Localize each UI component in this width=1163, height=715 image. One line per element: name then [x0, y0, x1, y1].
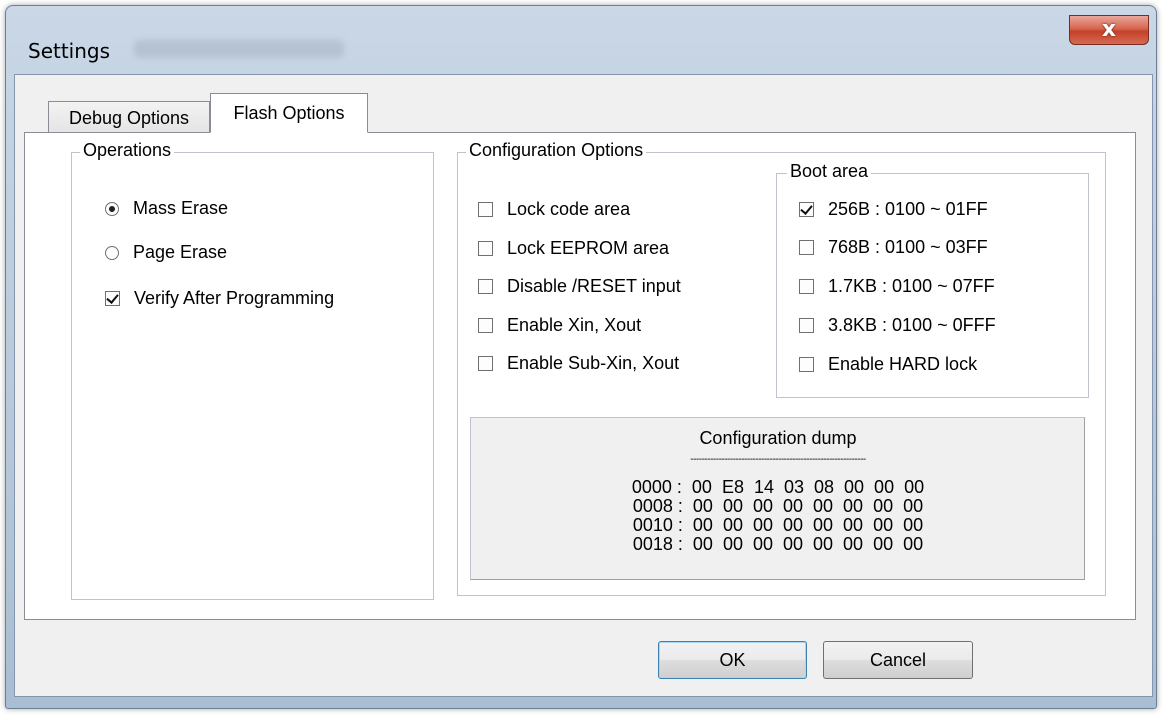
mass-erase-label: Mass Erase: [133, 198, 229, 218]
boot-1-7kb-checkbox[interactable]: 1.7KB : 0100 ~ 07FF: [799, 276, 995, 297]
page-erase-radio-indicator[interactable]: [105, 245, 119, 260]
title-blurred-text: [134, 40, 344, 58]
close-icon: x: [1101, 17, 1117, 42]
mass-erase-radio-indicator[interactable]: [105, 201, 119, 216]
cancel-button-label: Cancel: [869, 649, 927, 670]
lock-eeprom-area-checkbox[interactable]: Lock EEPROM area: [478, 238, 669, 259]
boot-area-title: Boot area: [787, 161, 872, 182]
boot-3-8kb-indicator[interactable]: [799, 318, 814, 333]
dump-line: 0008 : 00 00 00 00 00 00 00 00: [632, 496, 924, 516]
boot-1-7kb-indicator[interactable]: [799, 279, 814, 294]
lock-code-area-indicator[interactable]: [478, 202, 493, 217]
ok-button[interactable]: OK: [658, 641, 807, 679]
tab-debug-options[interactable]: Debug Options: [48, 101, 210, 135]
enable-sub-xin-xout-label: Enable Sub-Xin, Xout: [507, 353, 680, 373]
configuration-dump-title: Configuration dump: [699, 428, 857, 448]
verify-label: Verify After Programming: [134, 288, 335, 308]
configuration-dump-separator: ----------------------------------------…: [690, 454, 866, 465]
tab-debug-options-label: Debug Options: [68, 108, 190, 128]
enable-xin-xout-label: Enable Xin, Xout: [507, 315, 642, 335]
tab-flash-options[interactable]: Flash Options: [210, 93, 368, 133]
boot-768b-checkbox[interactable]: 768B : 0100 ~ 03FF: [799, 237, 988, 258]
verify-checkbox-indicator[interactable]: [105, 291, 120, 306]
dump-line: 0010 : 00 00 00 00 00 00 00 00: [632, 515, 924, 535]
ok-button-label: OK: [719, 649, 746, 670]
mass-erase-radio[interactable]: Mass Erase: [105, 198, 228, 219]
configuration-dump-box: Configuration dump ---------------------…: [470, 417, 1086, 581]
dump-line: 0000 : 00 E8 14 03 08 00 00 00: [631, 477, 925, 497]
enable-xin-xout-indicator[interactable]: [478, 318, 493, 333]
dump-line: 0018 : 00 00 00 00 00 00 00 00: [632, 534, 924, 554]
window-title: Settings: [28, 39, 111, 63]
disable-reset-input-checkbox[interactable]: Disable /RESET input: [478, 276, 681, 297]
enable-sub-xin-xout-checkbox[interactable]: Enable Sub-Xin, Xout: [478, 353, 679, 374]
lock-eeprom-area-indicator[interactable]: [478, 241, 493, 256]
enable-xin-xout-checkbox[interactable]: Enable Xin, Xout: [478, 315, 641, 336]
enable-sub-xin-xout-indicator[interactable]: [478, 356, 493, 371]
boot-256b-label: 256B : 0100 ~ 01FF: [828, 199, 988, 219]
disable-reset-input-indicator[interactable]: [478, 279, 493, 294]
boot-256b-indicator[interactable]: [799, 202, 814, 217]
boot-768b-indicator[interactable]: [799, 240, 814, 255]
configuration-dump-lines: 0000 : 00 E8 14 03 08 00 00 00 0008 : 00…: [471, 478, 1085, 554]
configuration-options-title: Configuration Options: [466, 140, 647, 161]
lock-code-area-label: Lock code area: [507, 199, 631, 219]
boot-3-8kb-checkbox[interactable]: 3.8KB : 0100 ~ 0FFF: [799, 315, 996, 336]
enable-hard-lock-indicator[interactable]: [799, 357, 814, 372]
operations-group-title: Operations: [80, 140, 175, 161]
cancel-button[interactable]: Cancel: [823, 641, 973, 679]
page-erase-label: Page Erase: [133, 242, 228, 262]
boot-3-8kb-label: 3.8KB : 0100 ~ 0FFF: [828, 315, 996, 335]
close-button[interactable]: x: [1069, 15, 1149, 45]
lock-code-area-checkbox[interactable]: Lock code area: [478, 199, 630, 220]
operations-group: Operations: [71, 140, 434, 600]
lock-eeprom-area-label: Lock EEPROM area: [507, 238, 670, 258]
verify-after-programming-checkbox[interactable]: Verify After Programming: [105, 288, 334, 309]
tab-flash-options-label: Flash Options: [233, 102, 345, 123]
boot-256b-checkbox[interactable]: 256B : 0100 ~ 01FF: [799, 199, 988, 220]
boot-768b-label: 768B : 0100 ~ 03FF: [828, 237, 988, 257]
boot-1-7kb-label: 1.7KB : 0100 ~ 07FF: [828, 276, 995, 296]
enable-hard-lock-label: Enable HARD lock: [828, 354, 978, 374]
disable-reset-input-label: Disable /RESET input: [507, 276, 681, 296]
enable-hard-lock-checkbox[interactable]: Enable HARD lock: [799, 354, 977, 375]
page-erase-radio[interactable]: Page Erase: [105, 242, 227, 263]
